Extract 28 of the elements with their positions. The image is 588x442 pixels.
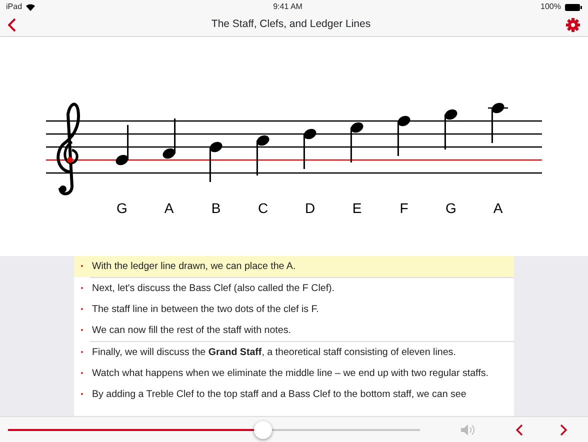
- note-label: G: [446, 200, 456, 216]
- previous-icon[interactable]: [515, 424, 523, 436]
- note-label: F: [400, 200, 408, 216]
- note-label: G: [116, 200, 128, 216]
- note-label: A: [493, 200, 503, 216]
- clock: 9:41 AM: [273, 1, 302, 13]
- back-icon[interactable]: [8, 18, 16, 32]
- list-item[interactable]: By adding a Treble Clef to the top staff and a Bass Clef to the bottom staff, we can see: [74, 384, 514, 405]
- settings-icon[interactable]: [566, 18, 580, 32]
- slider-thumb[interactable]: [254, 420, 272, 438]
- list-item[interactable]: The staff line in between the two dots of the clef is F.: [74, 299, 514, 320]
- list-item[interactable]: We can now fill the rest of the staff with notes.: [74, 320, 514, 341]
- list-item[interactable]: Next, let's discuss the Bass Clef (also called the F Clef).: [74, 278, 514, 299]
- list-item[interactable]: Finally, we will discuss the Grand Staff, a theoretical staff consisting of eleven lines.: [74, 342, 514, 363]
- note-label: E: [352, 200, 362, 216]
- next-icon[interactable]: [560, 424, 568, 436]
- wifi-icon: [26, 4, 36, 10]
- note-label: D: [304, 200, 316, 216]
- note-label: C: [258, 200, 268, 216]
- list-item[interactable]: Watch what happens when we eliminate the middle line – we end up with two regular staffs.: [74, 363, 514, 384]
- battery-icon: [565, 4, 582, 10]
- device-name: iPad: [6, 1, 22, 13]
- note-label: B: [211, 200, 221, 216]
- list-item[interactable]: With the ledger line drawn, we can place the A.: [74, 256, 514, 277]
- note-label: A: [164, 200, 174, 216]
- page-title: The Staff, Clefs, and Ledger Lines: [211, 17, 371, 32]
- battery-percent: 100%: [540, 1, 561, 13]
- progress-slider[interactable]: [8, 420, 420, 440]
